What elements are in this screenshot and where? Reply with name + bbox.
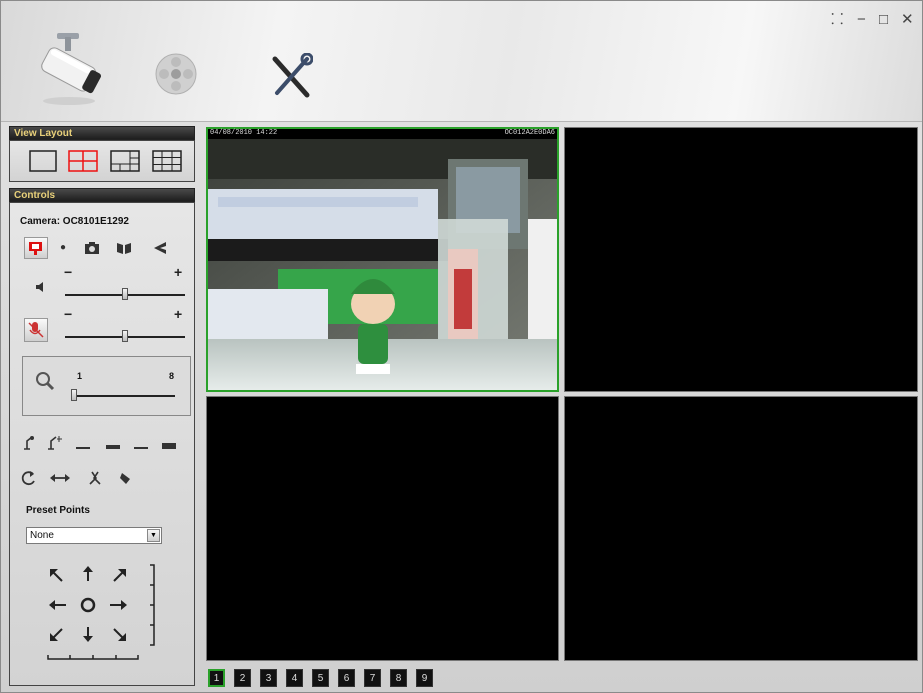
focus-near-icon[interactable] xyxy=(24,436,34,450)
cctv-camera-icon[interactable] xyxy=(33,29,105,109)
arrow-down-left-icon[interactable] xyxy=(50,628,63,641)
arrow-up-right-icon[interactable] xyxy=(113,569,126,582)
pattern-icon[interactable] xyxy=(154,241,168,259)
maximize-icon[interactable]: □ xyxy=(879,11,888,29)
page-button-3[interactable]: 3 xyxy=(260,669,277,687)
zoom-track xyxy=(71,395,175,397)
page-button-4[interactable]: 4 xyxy=(286,669,303,687)
iris-1-icon[interactable] xyxy=(76,447,90,449)
page-button-7[interactable]: 7 xyxy=(364,669,381,687)
microphone-icon[interactable] xyxy=(24,318,48,342)
pan-speed-scale[interactable] xyxy=(47,655,139,660)
live-view-icon[interactable] xyxy=(24,237,48,259)
layout-single-icon[interactable] xyxy=(29,150,57,172)
speaker-minus-label: − xyxy=(64,264,73,280)
film-reel-icon[interactable] xyxy=(151,49,201,99)
page-button-2[interactable]: 2 xyxy=(234,669,251,687)
mic-minus-label: − xyxy=(64,306,73,322)
view-layout-panel xyxy=(9,140,195,182)
arrow-up-left-icon[interactable] xyxy=(50,569,63,582)
zoom-min-label: 1 xyxy=(77,371,83,381)
camera-timestamp: 04/08/2010 14:22 xyxy=(210,129,278,137)
iris-3-icon[interactable] xyxy=(134,447,148,449)
chevron-down-icon[interactable]: ▼ xyxy=(147,529,160,542)
speaker-icon xyxy=(36,279,46,297)
minimize-icon[interactable]: − xyxy=(857,11,866,29)
mic-volume-slider[interactable] xyxy=(122,330,128,342)
preset-selected-value: None xyxy=(30,530,54,541)
controls-panel: Camera: OC8101E1292 ● − + − + 1 8 Preset… xyxy=(9,202,195,686)
iris-4-icon[interactable] xyxy=(162,443,176,449)
camera-view-1[interactable]: 04/08/2010 14:22 OC012A2E0DA6 xyxy=(206,127,559,392)
focus-far-icon[interactable] xyxy=(48,436,62,450)
speaker-plus-label: + xyxy=(174,264,183,280)
tools-icon[interactable] xyxy=(269,52,314,101)
magnifier-icon xyxy=(35,371,55,396)
view-layout-title: View Layout xyxy=(9,126,195,140)
ptz-motion-row xyxy=(20,469,150,492)
zoom-panel: 1 8 xyxy=(22,356,191,416)
camera-view-2[interactable] xyxy=(564,127,918,392)
arrow-right-icon[interactable] xyxy=(110,600,127,610)
layout-1plus5-icon[interactable] xyxy=(110,150,140,172)
layout-quad-icon[interactable] xyxy=(68,150,98,172)
center-home-icon[interactable] xyxy=(80,597,96,613)
close-icon[interactable]: ✕ xyxy=(901,11,914,29)
camera-view-3[interactable] xyxy=(206,396,559,661)
layout-3x3-icon[interactable] xyxy=(152,150,182,172)
speaker-volume-slider[interactable] xyxy=(122,288,128,300)
camera-id-overlay: OC012A2E0DA6 xyxy=(504,129,555,137)
ptz-focus-row xyxy=(20,435,190,458)
page-button-8[interactable]: 8 xyxy=(390,669,407,687)
record-icon[interactable]: ● xyxy=(60,241,66,255)
page-button-6[interactable]: 6 xyxy=(338,669,355,687)
zoom-slider[interactable] xyxy=(71,389,77,401)
arrow-left-icon[interactable] xyxy=(49,600,66,610)
camera-overlay-bar: 04/08/2010 14:22 OC012A2E0DA6 xyxy=(208,129,557,139)
rotate-icon[interactable] xyxy=(21,471,35,486)
arrow-up-icon[interactable] xyxy=(83,566,93,581)
book-icon[interactable] xyxy=(117,241,131,259)
pan-horizontal-icon[interactable] xyxy=(50,474,70,482)
camera-feed-image xyxy=(208,139,557,390)
arrow-down-right-icon[interactable] xyxy=(113,628,126,641)
snapshot-icon[interactable] xyxy=(85,241,99,259)
camera-view-4[interactable] xyxy=(564,396,918,661)
header-toolbar: ⸬ − □ ✕ xyxy=(1,1,922,122)
auto-scan-icon[interactable] xyxy=(89,471,101,485)
page-button-5[interactable]: 5 xyxy=(312,669,329,687)
preset-points-label: Preset Points xyxy=(26,505,90,516)
preset-points-select[interactable]: None ▼ xyxy=(26,527,162,544)
iris-2-icon[interactable] xyxy=(106,445,120,449)
zoom-max-label: 8 xyxy=(169,371,175,381)
app-window: ⸬ − □ ✕ View Layout Controls Camera: OC8… xyxy=(0,0,923,693)
tilt-speed-scale[interactable] xyxy=(150,564,155,646)
direction-pad xyxy=(46,563,166,668)
mic-plus-label: + xyxy=(174,306,183,322)
arrow-down-icon[interactable] xyxy=(83,627,93,642)
controls-title: Controls xyxy=(9,188,195,202)
camera-label: Camera: OC8101E1292 xyxy=(20,216,129,227)
page-button-9[interactable]: 9 xyxy=(416,669,433,687)
restore-icon[interactable]: ⸬ xyxy=(831,11,843,29)
light-icon[interactable] xyxy=(120,473,130,484)
page-button-1[interactable]: 1 xyxy=(208,669,225,687)
